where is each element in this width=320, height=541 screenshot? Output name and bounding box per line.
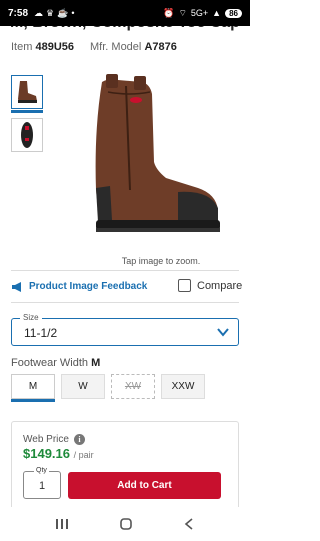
compare-checkbox[interactable] — [178, 279, 191, 292]
cup-icon: ☕ — [57, 7, 69, 18]
home-button[interactable] — [119, 517, 133, 531]
web-price-label: Web Price — [23, 434, 69, 445]
width-option-xxw[interactable]: XXW — [161, 374, 205, 399]
status-bar: 7:58 ☁ ♛ ☕ • ⏰ ⌔ 5G+ ▲ 86 — [0, 0, 250, 26]
recent-apps-icon — [56, 519, 68, 529]
wifi-icon: ⌔ — [178, 7, 187, 18]
thumbnail-active-indicator — [11, 110, 43, 113]
compare-toggle[interactable]: Compare — [178, 279, 242, 292]
size-label: Size — [20, 313, 42, 322]
width-option-w[interactable]: W — [61, 374, 105, 399]
chevron-down-icon — [217, 328, 229, 337]
signal-icon: ▲ — [212, 8, 222, 18]
price-value: $149.16 — [23, 446, 70, 461]
compare-label: Compare — [197, 279, 243, 292]
footwear-width-heading: Footwear Width M — [11, 357, 100, 369]
width-option-xw[interactable]: XW — [111, 374, 155, 399]
notification-icons: ☁ ♛ ☕ • — [34, 8, 74, 19]
alarm-icon: ⏰ — [163, 7, 175, 18]
price-unit: / pair — [73, 450, 94, 460]
footwear-width-selected: M — [91, 357, 101, 369]
footwear-width-label: Footwear Width — [11, 357, 89, 369]
thumbnail-boot-sole[interactable] — [11, 118, 43, 152]
back-icon — [184, 518, 193, 530]
system-nav-bar — [0, 507, 250, 541]
boot-side-thumbnail-icon — [18, 81, 37, 103]
cloud-icon: ☁ — [34, 7, 44, 18]
mfr-model: Mfr. Model A7876 — [90, 41, 177, 53]
recent-apps-button[interactable] — [55, 518, 69, 530]
dot-icon: • — [71, 7, 75, 18]
battery-indicator: 86 — [225, 8, 242, 18]
back-button[interactable] — [183, 517, 195, 531]
item-info-row: Item 489U56 Mfr. Model A7876 — [11, 41, 177, 53]
status-time: 7:58 — [8, 7, 29, 19]
divider — [11, 302, 239, 303]
web-price-heading: Web Price i — [23, 434, 85, 445]
add-to-cart-button[interactable]: Add to Cart — [68, 472, 221, 499]
mfr-label: Mfr. Model — [90, 41, 142, 53]
quantity-value: 1 — [38, 480, 46, 492]
home-icon — [120, 518, 132, 530]
price-card: Web Price i $149.16 / pair Qty 1 Add to … — [11, 421, 239, 521]
quantity-field[interactable]: Qty 1 — [23, 467, 61, 499]
megaphone-icon — [12, 281, 21, 292]
item-number-value: 489U56 — [35, 41, 75, 53]
product-main-image[interactable] — [70, 70, 230, 250]
width-selected-indicator — [11, 399, 55, 402]
width-option-m[interactable]: M — [11, 374, 55, 399]
crown-icon: ♛ — [46, 7, 55, 18]
quantity-label: Qty — [34, 467, 49, 474]
network-label: 5G+ — [190, 8, 209, 18]
price: $149.16 / pair — [23, 446, 94, 461]
size-select[interactable]: Size 11-1/2 — [11, 313, 239, 346]
size-value: 11-1/2 — [24, 326, 58, 340]
mfr-model-value: A7876 — [144, 41, 177, 53]
item-number: Item 489U56 — [11, 41, 74, 53]
thumbnail-boot-side[interactable] — [11, 75, 43, 109]
info-icon[interactable]: i — [73, 434, 85, 445]
divider — [11, 270, 239, 271]
feedback-label: Product Image Feedback — [29, 281, 148, 292]
boot-sole-thumbnail-icon — [21, 122, 33, 148]
item-label: Item — [11, 41, 33, 53]
zoom-hint: Tap image to zoom. — [121, 256, 201, 266]
product-image-feedback-link[interactable]: Product Image Feedback — [11, 281, 147, 292]
